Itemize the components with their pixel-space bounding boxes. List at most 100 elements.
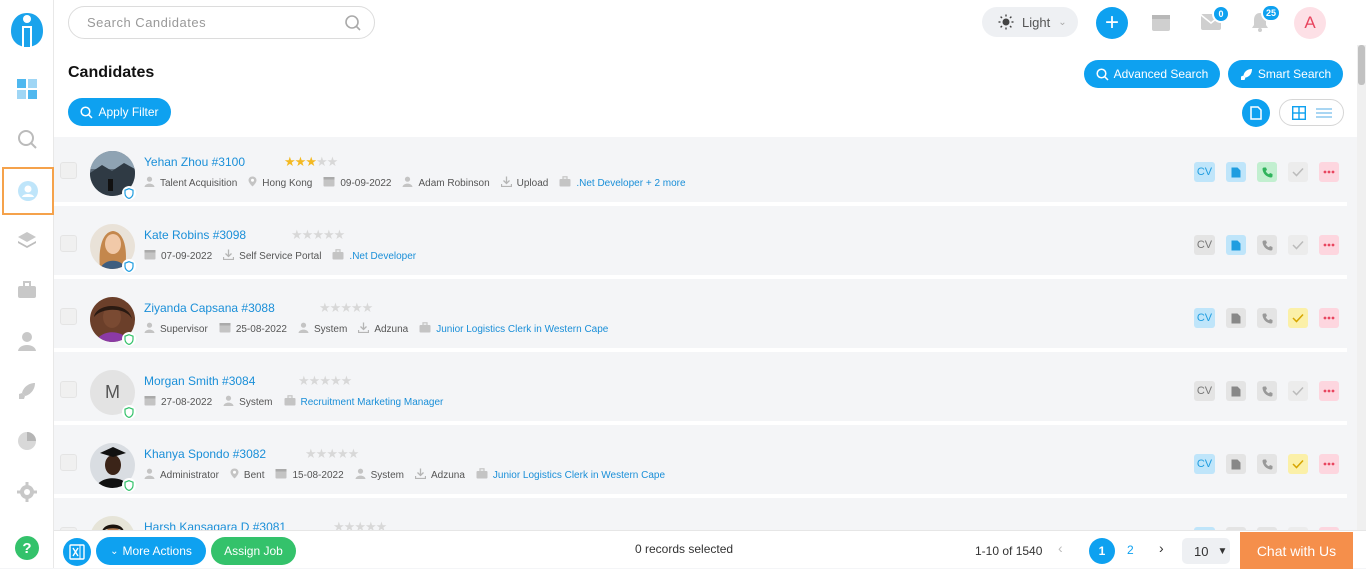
rating-star-icon[interactable]: ★	[337, 446, 349, 461]
candidate-rating[interactable]: ★★★★★	[333, 519, 388, 530]
document-icon[interactable]	[1226, 381, 1246, 401]
more-options-icon[interactable]	[1319, 381, 1339, 401]
candidate-meta-item[interactable]: .Net Developer	[332, 249, 416, 263]
cv-button[interactable]: CV	[1194, 308, 1215, 328]
rating-star-icon[interactable]: ★	[362, 300, 374, 315]
candidate-meta-item[interactable]: Recruitment Marketing Manager	[284, 395, 443, 409]
phone-icon[interactable]	[1257, 308, 1277, 328]
candidate-rating[interactable]: ★★★★★	[298, 373, 353, 389]
rating-star-icon[interactable]: ★	[333, 519, 345, 530]
layers-icon[interactable]	[6, 219, 48, 261]
document-icon[interactable]	[1226, 235, 1246, 255]
scrollbar-thumb[interactable]	[1358, 45, 1365, 85]
rating-star-icon[interactable]: ★	[323, 227, 335, 242]
candidate-row[interactable]: Ziyanda Capsana #3088 ★★★★★ Supervisor 25-0…	[54, 285, 1347, 352]
candidate-row[interactable]: M Morgan Smith #3084 ★★★★★ 27-08-2022 System…	[54, 358, 1347, 425]
rating-star-icon[interactable]: ★	[330, 300, 342, 315]
candidate-meta-item[interactable]: .Net Developer + 2 more	[559, 176, 686, 190]
search-input[interactable]: Search Candidates	[68, 6, 375, 39]
phone-icon[interactable]	[1257, 454, 1277, 474]
candidate-name[interactable]: Ziyanda Capsana #3088	[144, 301, 275, 315]
calendar-icon[interactable]	[1151, 12, 1171, 32]
reports-pie-icon[interactable]	[6, 420, 48, 462]
check-icon[interactable]	[1288, 162, 1308, 182]
per-page-select[interactable]: 10 ▼	[1182, 538, 1230, 564]
phone-icon[interactable]	[1257, 381, 1277, 401]
cv-button[interactable]: CV	[1194, 235, 1215, 255]
phone-icon[interactable]	[1257, 162, 1277, 182]
search-icon[interactable]	[344, 14, 362, 32]
grid-view-icon[interactable]	[1291, 105, 1306, 120]
candidate-name[interactable]: Morgan Smith #3084	[144, 374, 255, 388]
help-icon[interactable]: ?	[15, 536, 39, 560]
rating-star-icon[interactable]: ★	[305, 446, 317, 461]
rating-star-icon[interactable]: ★	[302, 227, 314, 242]
smart-search-button[interactable]: Smart Search	[1228, 60, 1343, 88]
briefcase-icon[interactable]	[6, 269, 48, 311]
row-checkbox[interactable]	[60, 162, 77, 179]
candidate-rating[interactable]: ★★★★★	[319, 300, 374, 316]
document-icon[interactable]	[1226, 162, 1246, 182]
candidate-rating[interactable]: ★★★★★	[291, 227, 346, 243]
chat-with-us-button[interactable]: Chat with Us	[1240, 532, 1353, 569]
more-options-icon[interactable]	[1319, 454, 1339, 474]
rating-star-icon[interactable]: ★	[316, 154, 328, 169]
rating-star-icon[interactable]: ★	[340, 300, 352, 315]
rating-star-icon[interactable]: ★	[348, 446, 360, 461]
candidate-name[interactable]: Kate Robins #3098	[144, 228, 246, 242]
rating-star-icon[interactable]: ★	[341, 373, 353, 388]
apply-filter-button[interactable]: Apply Filter	[68, 98, 171, 126]
previous-page-icon[interactable]: ‹	[1058, 540, 1063, 556]
candidate-meta-item[interactable]: Junior Logistics Clerk in Western Cape	[419, 322, 608, 336]
rating-star-icon[interactable]: ★	[330, 373, 342, 388]
candidate-row[interactable]: Harsh Kansagara D #3081★★★★★CV	[54, 504, 1347, 530]
advanced-search-button[interactable]: Advanced Search	[1084, 60, 1220, 88]
candidate-row[interactable]: Yehan Zhou #3100 ★★★★★ Talent Acquisition H…	[54, 139, 1347, 206]
phone-icon[interactable]	[1257, 235, 1277, 255]
candidate-name[interactable]: Yehan Zhou #3100	[144, 155, 245, 169]
rating-star-icon[interactable]: ★	[354, 519, 366, 530]
search-icon[interactable]	[6, 118, 48, 160]
add-button[interactable]: +	[1096, 7, 1128, 39]
document-icon[interactable]	[1226, 308, 1246, 328]
app-logo[interactable]	[9, 9, 45, 49]
cv-button[interactable]: CV	[1194, 454, 1215, 474]
candidate-rating[interactable]: ★★★★★	[305, 446, 360, 462]
candidate-row[interactable]: Kate Robins #3098 ★★★★★ 07-09-2022 Self Ser…	[54, 212, 1347, 279]
rating-star-icon[interactable]: ★	[291, 227, 303, 242]
rating-star-icon[interactable]: ★	[376, 519, 388, 530]
cv-button[interactable]: CV	[1194, 381, 1215, 401]
rating-star-icon[interactable]: ★	[298, 373, 310, 388]
document-view-button[interactable]	[1242, 99, 1270, 127]
candidate-rating[interactable]: ★★★★★	[284, 154, 339, 170]
page-button-current[interactable]: 1	[1089, 538, 1115, 564]
candidate-name[interactable]: Harsh Kansagara D #3081	[144, 520, 286, 530]
candidate-row[interactable]: Khanya Spondo #3082 ★★★★★ Administrator Ben…	[54, 431, 1347, 498]
rating-star-icon[interactable]: ★	[305, 154, 317, 169]
check-icon[interactable]	[1288, 454, 1308, 474]
assign-job-button[interactable]: Assign Job	[211, 537, 296, 565]
page-button-next[interactable]: 2	[1127, 543, 1134, 557]
list-view-icon[interactable]	[1315, 107, 1332, 119]
more-options-icon[interactable]	[1319, 308, 1339, 328]
document-icon[interactable]	[1226, 454, 1246, 474]
row-checkbox[interactable]	[60, 308, 77, 325]
rating-star-icon[interactable]: ★	[334, 227, 346, 242]
rating-star-icon[interactable]: ★	[327, 154, 339, 169]
check-icon[interactable]	[1288, 235, 1308, 255]
more-options-icon[interactable]	[1319, 162, 1339, 182]
rating-star-icon[interactable]: ★	[319, 300, 331, 315]
candidate-meta-item[interactable]: Junior Logistics Clerk in Western Cape	[476, 468, 665, 482]
rating-star-icon[interactable]: ★	[319, 373, 331, 388]
view-toggle[interactable]	[1279, 99, 1344, 126]
rating-star-icon[interactable]: ★	[312, 227, 324, 242]
candidates-icon[interactable]	[2, 167, 54, 215]
rating-star-icon[interactable]: ★	[309, 373, 321, 388]
check-icon[interactable]	[1288, 381, 1308, 401]
rating-star-icon[interactable]: ★	[295, 154, 307, 169]
next-page-icon[interactable]: ›	[1159, 540, 1164, 556]
candidate-name[interactable]: Khanya Spondo #3082	[144, 447, 266, 461]
rating-star-icon[interactable]: ★	[284, 154, 296, 169]
excel-export-button[interactable]	[63, 538, 91, 566]
user-avatar[interactable]: A	[1294, 7, 1326, 39]
